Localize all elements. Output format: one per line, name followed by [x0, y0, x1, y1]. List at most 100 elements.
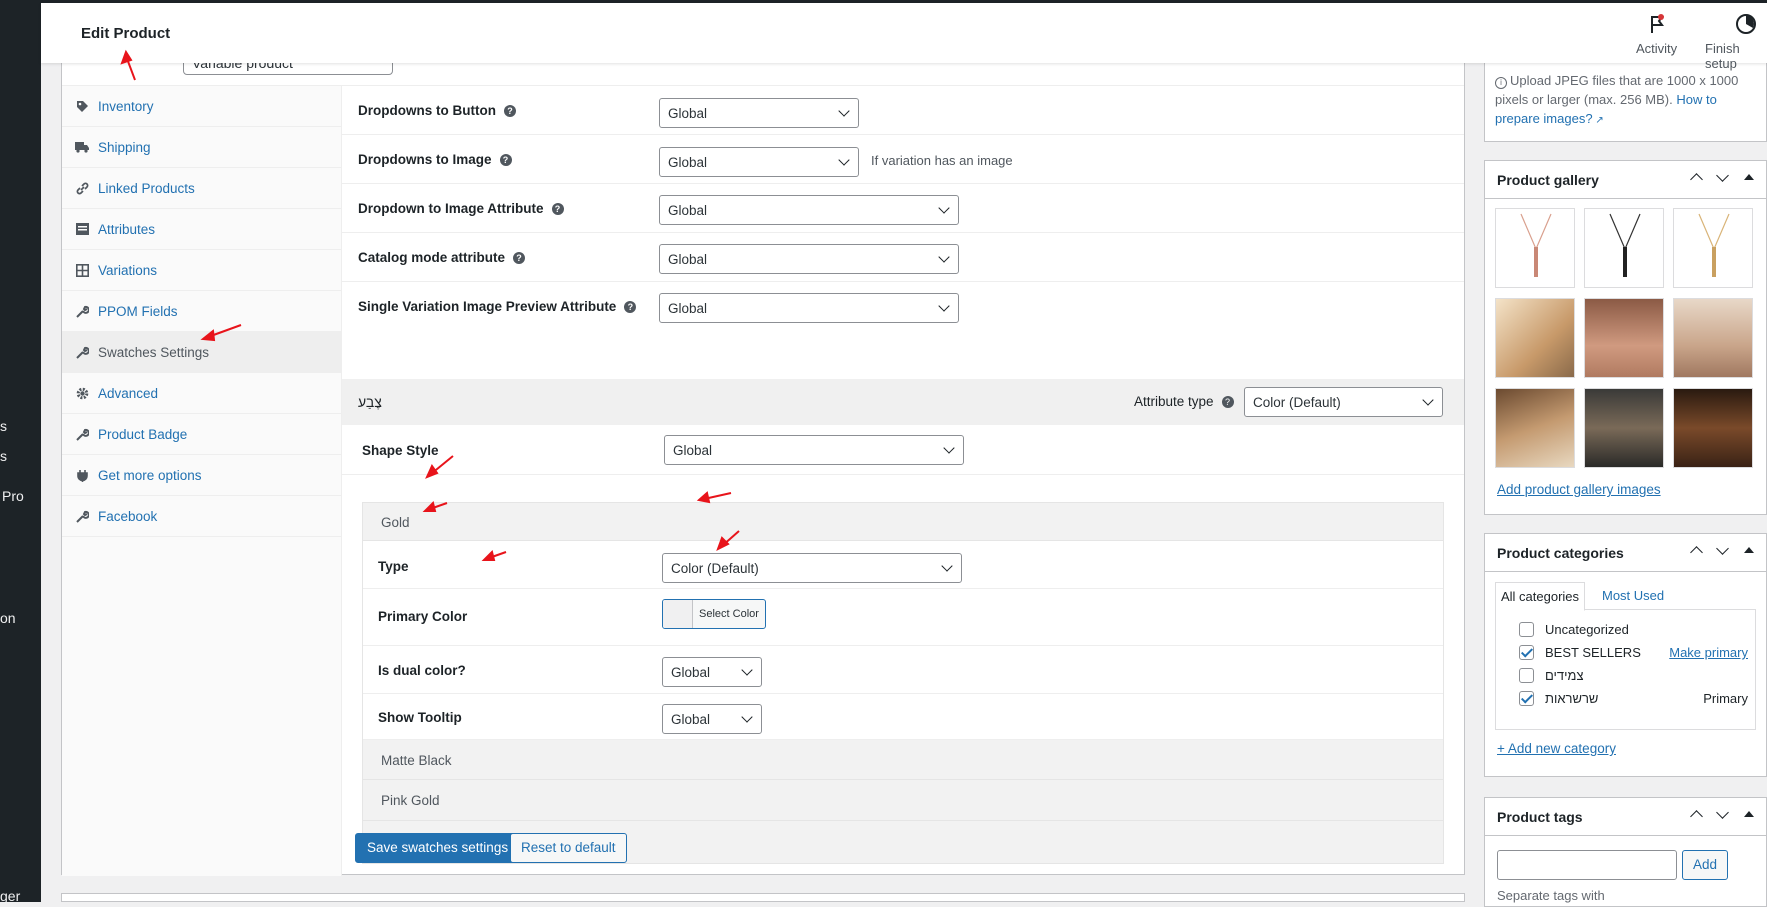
- admin-menu-fragment[interactable]: ger: [0, 888, 20, 902]
- gallery-image[interactable]: [1495, 388, 1575, 468]
- tab-ppom-fields[interactable]: PPOM Fields: [62, 291, 341, 332]
- term-type-select[interactable]: Color (Default): [662, 553, 962, 583]
- select-color-button[interactable]: Select Color: [662, 599, 766, 629]
- primary-color-label: Primary Color: [378, 609, 468, 624]
- checkbox[interactable]: [1519, 668, 1534, 683]
- attribute-terms: Gold Type Color (Default) Primary Color …: [362, 502, 1444, 864]
- gallery-image[interactable]: [1584, 208, 1664, 288]
- attribute-type-select[interactable]: Color (Default): [1244, 387, 1443, 417]
- gallery-image[interactable]: [1673, 388, 1753, 468]
- move-up-icon[interactable]: [1690, 171, 1702, 183]
- setting-row-dropdowns-to-button: Dropdowns to Button? Global: [342, 86, 1464, 135]
- shape-style-select[interactable]: Global: [664, 435, 964, 465]
- help-icon[interactable]: ?: [513, 252, 526, 264]
- term-type-row: Type Color (Default): [363, 541, 1443, 589]
- add-tag-button[interactable]: Add: [1682, 850, 1728, 880]
- save-swatches-button[interactable]: Save swatches settings: [355, 833, 521, 863]
- select-value: Global: [668, 203, 708, 218]
- category-item[interactable]: צמידים: [1519, 668, 1584, 683]
- move-up-icon[interactable]: [1690, 544, 1702, 556]
- tab-product-badge[interactable]: Product Badge: [62, 414, 341, 455]
- add-gallery-images-link[interactable]: Add product gallery images: [1497, 482, 1661, 497]
- finish-setup-button[interactable]: Finish setup: [1705, 13, 1767, 71]
- admin-menu-fragment[interactable]: on: [0, 610, 16, 626]
- help-icon[interactable]: ?: [624, 301, 637, 313]
- attribute-header[interactable]: צֶבַע Attribute type? Color (Default): [342, 379, 1464, 425]
- activity-button[interactable]: Activity: [1636, 13, 1677, 56]
- tab-get-more-options[interactable]: Get more options: [62, 455, 341, 496]
- admin-menu-fragment[interactable]: s: [0, 448, 7, 464]
- category-item[interactable]: BEST SELLERS: [1519, 645, 1641, 660]
- collapse-icon[interactable]: [1742, 808, 1754, 820]
- product-gallery-title: Product gallery: [1497, 172, 1599, 188]
- checkbox[interactable]: [1519, 645, 1534, 660]
- term-header-gold[interactable]: Gold: [363, 503, 1443, 541]
- chevron-down-icon: [838, 154, 850, 166]
- tab-label: Advanced: [98, 385, 159, 401]
- tab-shipping[interactable]: Shipping: [62, 127, 341, 168]
- activity-label: Activity: [1636, 41, 1678, 56]
- reset-default-button[interactable]: Reset to default: [510, 833, 627, 863]
- gallery-image[interactable]: [1673, 208, 1753, 288]
- tab-facebook[interactable]: Facebook: [62, 496, 341, 537]
- tab-swatches-settings[interactable]: Swatches Settings: [62, 332, 341, 373]
- help-icon[interactable]: ?: [503, 105, 516, 117]
- checkbox[interactable]: [1519, 691, 1534, 706]
- tab-variations[interactable]: Variations: [62, 250, 341, 291]
- dropdowns-to-image-select[interactable]: Global: [659, 147, 859, 177]
- tab-all-categories[interactable]: All categories: [1495, 582, 1586, 611]
- product-tags-title: Product tags: [1497, 809, 1583, 825]
- product-data-tabs: Inventory Shipping Linked Products Attri…: [62, 86, 342, 876]
- flag-icon: [1650, 14, 1664, 33]
- tab-most-used[interactable]: Most Used: [1597, 582, 1669, 611]
- product-gallery-box: Product gallery Add product gallery imag…: [1484, 160, 1767, 515]
- next-panel-edge: [61, 893, 1465, 902]
- single-variation-preview-select[interactable]: Global: [659, 293, 959, 323]
- show-tooltip-select[interactable]: Global: [662, 704, 762, 734]
- gallery-image[interactable]: [1584, 298, 1664, 378]
- tab-linked-products[interactable]: Linked Products: [62, 168, 341, 209]
- tab-label: Linked Products: [98, 180, 195, 196]
- term-header-pink-gold[interactable]: Pink Gold: [363, 780, 1443, 821]
- gallery-image[interactable]: [1495, 208, 1575, 288]
- tab-attributes[interactable]: Attributes: [62, 209, 341, 250]
- gallery-image[interactable]: [1495, 298, 1575, 378]
- collapse-icon[interactable]: [1742, 544, 1754, 556]
- add-new-category-link[interactable]: + Add new category: [1497, 741, 1616, 756]
- setting-note: If variation has an image: [871, 153, 1013, 168]
- checkbox[interactable]: [1519, 622, 1534, 637]
- tab-advanced[interactable]: Advanced: [62, 373, 341, 414]
- gallery-image[interactable]: [1673, 298, 1753, 378]
- setting-row-dropdown-to-image-attribute: Dropdown to Image Attribute? Global: [342, 184, 1464, 233]
- admin-menu-fragment[interactable]: Pro: [2, 488, 24, 504]
- help-icon[interactable]: ?: [551, 203, 564, 215]
- move-down-icon[interactable]: [1716, 171, 1728, 183]
- dropdown-to-image-attribute-select[interactable]: Global: [659, 195, 959, 225]
- move-down-icon[interactable]: [1716, 808, 1728, 820]
- help-icon[interactable]: ?: [499, 154, 512, 166]
- admin-menu-fragment[interactable]: s: [0, 418, 7, 434]
- chevron-down-icon: [938, 251, 950, 263]
- category-list: Uncategorized BEST SELLERS Make primary …: [1495, 610, 1756, 730]
- category-item[interactable]: שרשראות: [1519, 691, 1598, 706]
- move-up-icon[interactable]: [1690, 808, 1702, 820]
- chevron-down-icon: [741, 711, 753, 723]
- progress-icon: [1736, 14, 1756, 34]
- setting-label: Dropdowns to Image: [358, 152, 492, 167]
- catalog-mode-attribute-select[interactable]: Global: [659, 244, 959, 274]
- dual-color-label: Is dual color?: [378, 663, 466, 678]
- setting-row-catalog-mode: Catalog mode attribute? Global: [342, 233, 1464, 282]
- tab-inventory[interactable]: Inventory: [62, 86, 341, 127]
- tab-label: Shipping: [98, 139, 151, 155]
- help-icon[interactable]: ?: [1221, 396, 1234, 408]
- tag-input[interactable]: [1497, 850, 1677, 880]
- dual-color-select[interactable]: Global: [662, 657, 762, 687]
- make-primary-link[interactable]: Make primary: [1669, 645, 1748, 660]
- move-down-icon[interactable]: [1716, 544, 1728, 556]
- category-item[interactable]: Uncategorized: [1519, 622, 1629, 637]
- chevron-down-icon: [938, 300, 950, 312]
- dropdowns-to-button-select[interactable]: Global: [659, 98, 859, 128]
- term-header-matte-black[interactable]: Matte Black: [363, 740, 1443, 780]
- gallery-image[interactable]: [1584, 388, 1664, 468]
- collapse-icon[interactable]: [1742, 171, 1754, 183]
